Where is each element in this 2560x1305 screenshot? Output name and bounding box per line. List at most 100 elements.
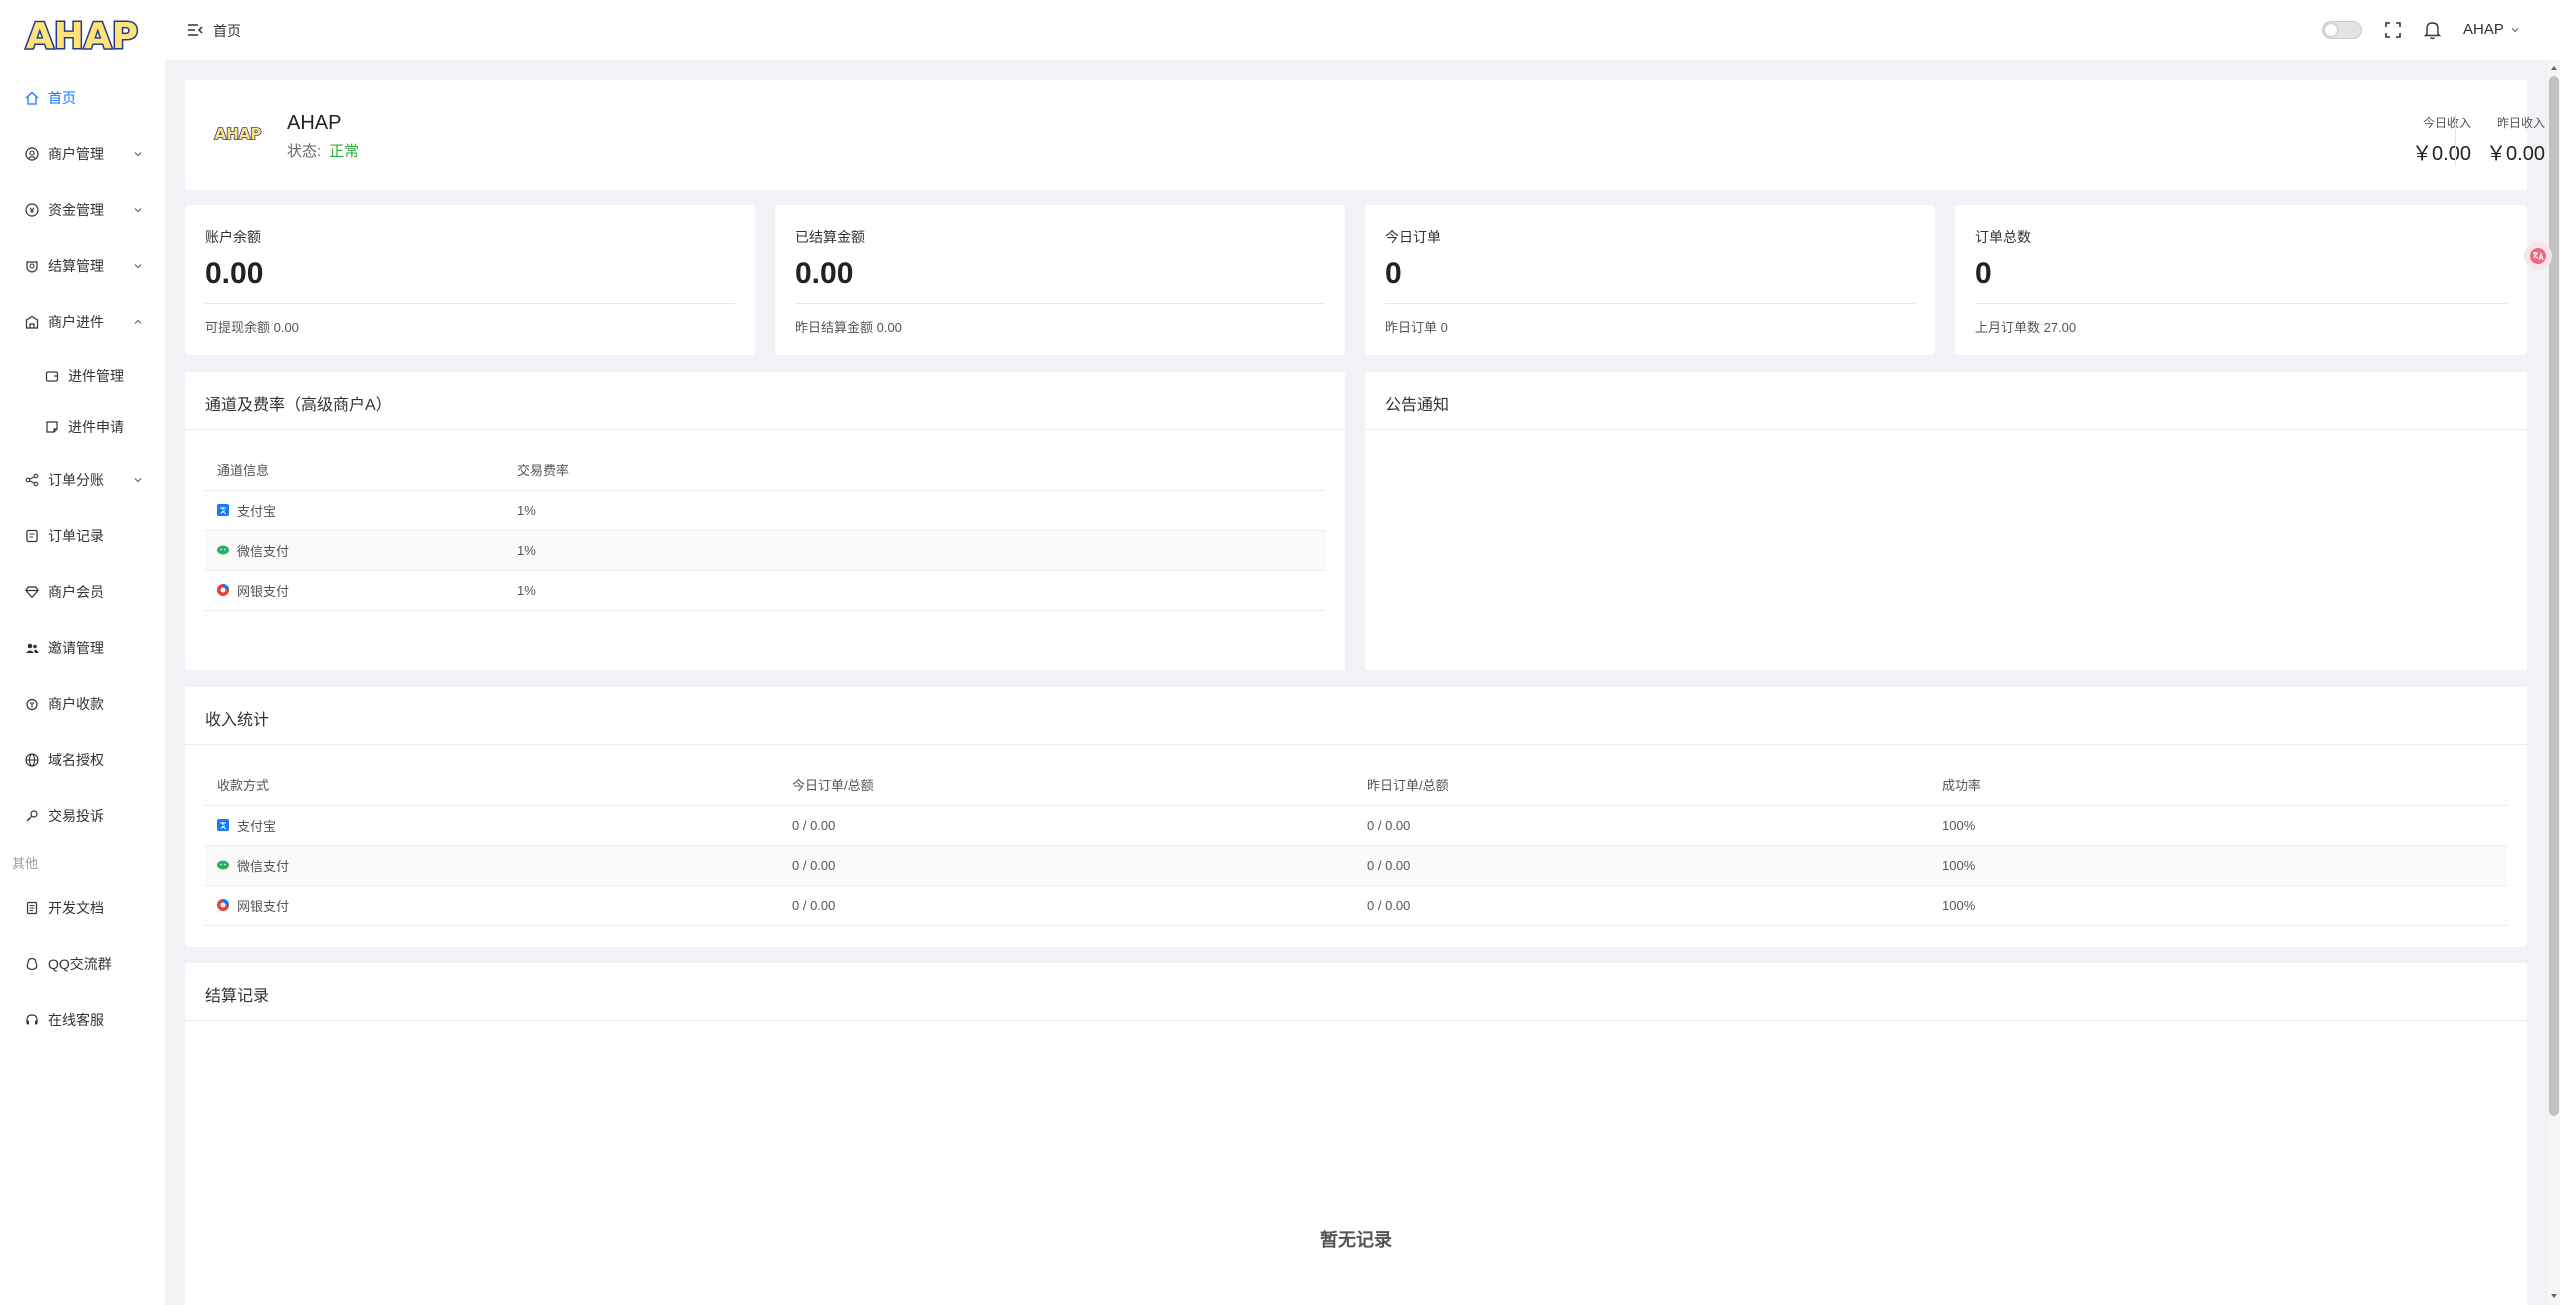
today-orders: 0 / 0.00	[780, 805, 1355, 846]
user-menu[interactable]: AHAP	[2463, 21, 2520, 38]
menu-toggle-icon[interactable]	[187, 22, 203, 38]
sidebar-item-settlement[interactable]: 结算管理	[0, 238, 165, 294]
sidebar-item-complaint[interactable]: 交易投诉	[0, 788, 165, 844]
sidebar-item-onboarding[interactable]: 商户进件	[0, 294, 165, 350]
sidebar-item-label: QQ交流群	[48, 956, 112, 972]
bell-icon[interactable]	[2423, 20, 2442, 40]
sidebar-item-label: 开发文档	[48, 900, 104, 916]
channel-name: 网银支付	[237, 583, 290, 599]
channel-rate: 1%	[505, 530, 1325, 571]
money-icon	[24, 202, 40, 218]
yesterday-income: 昨日收入 ￥0.00	[2455, 114, 2545, 166]
users-icon	[24, 640, 40, 656]
stat-value: 0	[1385, 257, 1402, 290]
globe-icon	[24, 752, 40, 768]
breadcrumb[interactable]: 首页	[213, 21, 241, 41]
panel-divider	[185, 744, 2527, 745]
channel-name: 支付宝	[237, 503, 277, 519]
wechat-icon	[217, 545, 229, 555]
stat-sub: 昨日结算金额 0.00	[795, 320, 902, 335]
sidebar-item-domain[interactable]: 域名授权	[0, 732, 165, 788]
channel-rate: 1%	[505, 490, 1325, 531]
order-icon	[24, 528, 40, 544]
stat-value: 0.00	[795, 257, 854, 290]
success-rate: 100%	[1930, 845, 2507, 886]
stat-divider	[795, 303, 1325, 304]
column-header: 今日订单/总额	[780, 765, 1355, 806]
sidebar-item-merchant[interactable]: 商户管理	[0, 126, 165, 182]
diamond-icon	[24, 584, 40, 600]
sidebar-item-docs[interactable]: 开发文档	[0, 880, 165, 936]
status-label: 状态:	[287, 143, 322, 160]
scroll-down-arrow-icon[interactable]	[2550, 1292, 2558, 1300]
sidebar-item-support[interactable]: 在线客服	[0, 992, 165, 1048]
column-header: 通道信息	[205, 450, 505, 491]
status-value: 正常	[329, 143, 360, 160]
alipay-icon	[217, 819, 229, 831]
translate-float-button[interactable]	[2524, 242, 2552, 270]
app-logo[interactable]: AHAP	[20, 12, 144, 59]
stat-card-settled: 已结算金额 0.00 昨日结算金额 0.00	[775, 205, 1345, 355]
sidebar-item-label: 订单分账	[48, 472, 104, 488]
settle-icon	[24, 258, 40, 274]
alipay-icon	[217, 504, 229, 516]
stat-value: 0	[1975, 257, 1992, 290]
sidebar-item-funds[interactable]: 资金管理	[0, 182, 165, 238]
yesterday-orders: 0 / 0.00	[1355, 845, 1930, 886]
table-row: 网银支付 1%	[205, 570, 1325, 611]
bank-icon	[217, 899, 229, 911]
sidebar-item-orders[interactable]: 订单记录	[0, 508, 165, 564]
column-header: 交易费率	[505, 450, 1325, 491]
sidebar-item-label: 进件管理	[68, 367, 124, 384]
merchant-name: AHAP	[287, 112, 342, 134]
stat-label: 订单总数	[1975, 229, 2031, 245]
yesterday-income-label: 昨日收入	[2496, 116, 2545, 130]
stat-sub: 可提现余额 0.00	[205, 320, 299, 335]
sidebar-item-home[interactable]: 首页	[0, 70, 165, 126]
sidebar-nav: 首页 商户管理 资金管理 结算管理 商户进件 进件管理 进件申请 订单分账 订单…	[0, 70, 165, 1048]
headset-icon	[24, 1012, 40, 1028]
table-row: 网银支付 0 / 0.00 0 / 0.00 100%	[205, 885, 2507, 926]
fullscreen-icon[interactable]	[2384, 21, 2402, 39]
merchant-status: 状态: 正常	[287, 140, 359, 161]
chevron-down-icon	[134, 264, 142, 269]
sidebar-item-label: 资金管理	[48, 202, 104, 218]
sidebar-item-label: 商户收款	[48, 696, 104, 712]
scrollbar-thumb[interactable]	[2549, 76, 2559, 1116]
sidebar-group-label: 其他	[12, 855, 39, 871]
sidebar-item-split[interactable]: 订单分账	[0, 452, 165, 508]
sidebar-item-qq[interactable]: QQ交流群	[0, 936, 165, 992]
chevron-up-icon	[134, 319, 142, 324]
stat-divider	[1385, 303, 1915, 304]
complaint-icon	[24, 808, 40, 824]
scroll-up-arrow-icon[interactable]	[2550, 64, 2558, 72]
theme-toggle-switch[interactable]	[2322, 21, 2362, 39]
stat-label: 今日订单	[1385, 229, 1441, 245]
panel-title: 通道及费率（高级商户A）	[205, 397, 392, 414]
today-orders: 0 / 0.00	[780, 885, 1355, 926]
column-header: 昨日订单/总额	[1355, 765, 1930, 806]
stat-sub: 上月订单数 27.00	[1975, 320, 2077, 335]
income-table: 收款方式 今日订单/总额 昨日订单/总额 成功率 支付宝 0 / 0.00 0 …	[205, 765, 2507, 926]
stat-card-today-orders: 今日订单 0 昨日订单 0	[1365, 205, 1935, 355]
user-name: AHAP	[2463, 21, 2504, 38]
panel-title: 收入统计	[205, 712, 270, 729]
sidebar-item-onboarding-manage[interactable]: 进件管理	[0, 350, 165, 401]
sidebar-item-label: 订单记录	[48, 528, 104, 544]
sidebar-item-members[interactable]: 商户会员	[0, 564, 165, 620]
share-icon	[24, 472, 40, 488]
yesterday-orders: 0 / 0.00	[1355, 805, 1930, 846]
translate-icon	[2530, 248, 2546, 264]
sidebar-item-onboarding-apply[interactable]: 进件申请	[0, 401, 165, 452]
method-name: 微信支付	[237, 858, 290, 874]
stat-value: 0.00	[205, 257, 264, 290]
stat-label: 已结算金额	[795, 229, 865, 245]
bank-icon	[217, 584, 229, 596]
panel-divider	[185, 1020, 2527, 1021]
panel-divider	[1365, 429, 2527, 430]
sidebar-item-invite[interactable]: 邀请管理	[0, 620, 165, 676]
sidebar-item-collect[interactable]: 商户收款	[0, 676, 165, 732]
sidebar-item-label: 在线客服	[48, 1012, 104, 1028]
chevron-down-icon	[134, 152, 142, 157]
panel-title: 公告通知	[1385, 397, 1450, 414]
